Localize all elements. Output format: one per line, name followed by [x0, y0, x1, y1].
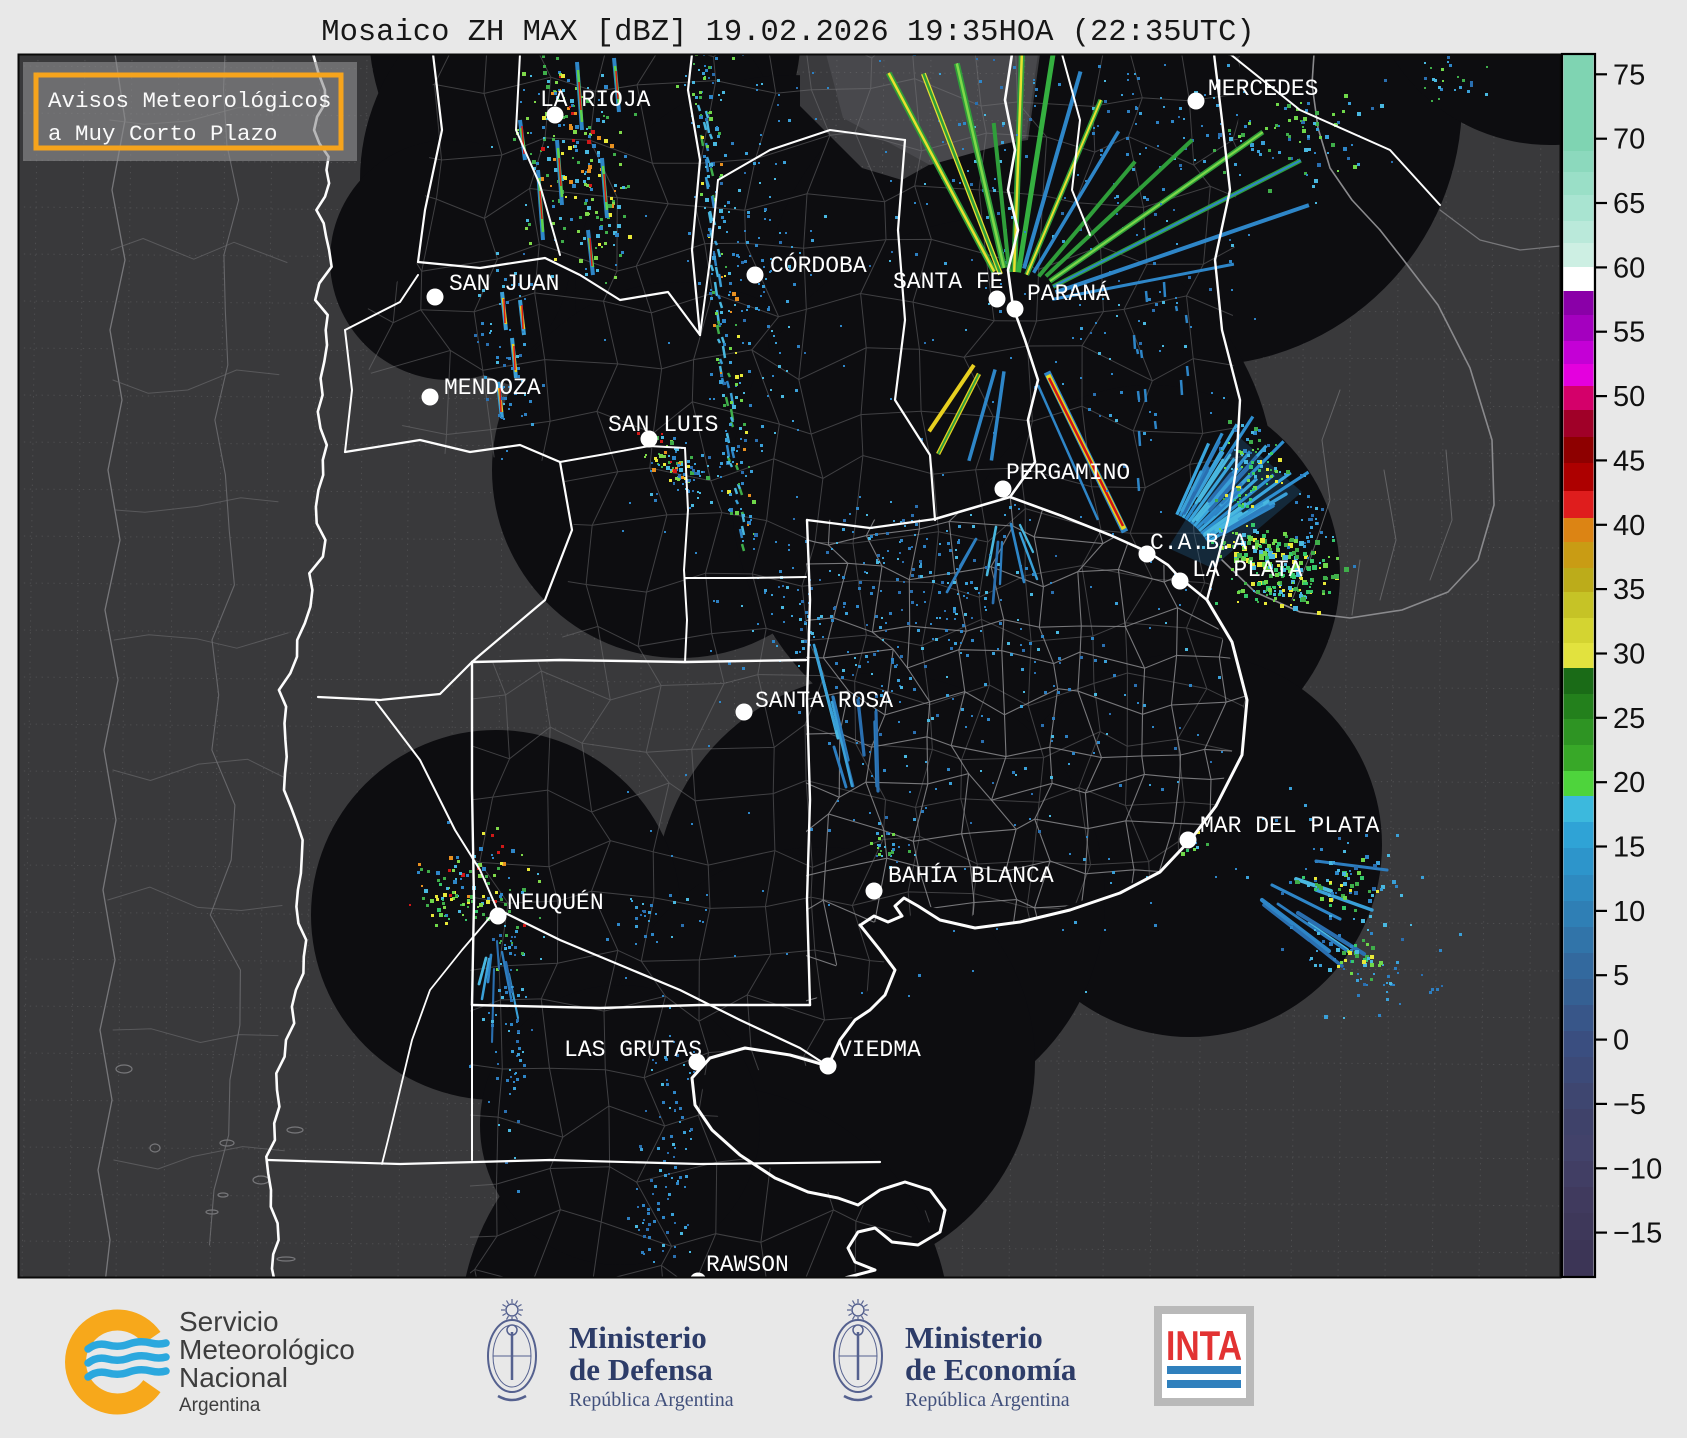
svg-text:75: 75 [1613, 59, 1645, 91]
svg-text:BAHÍA BLANCA: BAHÍA BLANCA [888, 862, 1054, 889]
svg-text:de Economía: de Economía [905, 1352, 1077, 1387]
svg-text:PERGAMINO: PERGAMINO [1006, 460, 1130, 486]
svg-text:65: 65 [1613, 188, 1645, 220]
svg-text:SAN LUIS: SAN LUIS [608, 412, 718, 438]
svg-text:Nacional: Nacional [179, 1362, 288, 1393]
svg-text:5: 5 [1613, 960, 1629, 992]
svg-text:República Argentina: República Argentina [905, 1389, 1070, 1411]
svg-text:MERCEDES: MERCEDES [1208, 76, 1318, 102]
svg-text:VIEDMA: VIEDMA [838, 1037, 921, 1063]
svg-text:Meteorológico: Meteorológico [179, 1334, 355, 1365]
svg-text:10: 10 [1613, 896, 1645, 928]
svg-text:RAWSON: RAWSON [706, 1252, 789, 1278]
svg-text:Mosaico ZH MAX [dBZ] 19.02.202: Mosaico ZH MAX [dBZ] 19.02.2026 19:35HOA… [321, 16, 1254, 50]
svg-text:Ministerio: Ministerio [905, 1320, 1043, 1355]
svg-text:20: 20 [1613, 767, 1645, 799]
svg-text:−15: −15 [1613, 1218, 1662, 1250]
svg-text:República Argentina: República Argentina [569, 1389, 734, 1411]
svg-text:55: 55 [1613, 317, 1645, 349]
svg-text:60: 60 [1613, 252, 1645, 284]
svg-text:C.A.B.A.: C.A.B.A. [1150, 530, 1260, 556]
svg-text:50: 50 [1613, 381, 1645, 413]
svg-text:15: 15 [1613, 832, 1645, 864]
svg-text:−10: −10 [1613, 1153, 1662, 1185]
svg-text:45: 45 [1613, 445, 1645, 477]
svg-text:SANTA ROSA: SANTA ROSA [755, 688, 893, 714]
svg-text:Argentina: Argentina [179, 1395, 261, 1416]
svg-text:a Muy Corto Plazo: a Muy Corto Plazo [48, 121, 278, 147]
svg-text:35: 35 [1613, 574, 1645, 606]
svg-text:MAR DEL PLATA: MAR DEL PLATA [1200, 813, 1380, 839]
svg-text:70: 70 [1613, 124, 1645, 156]
svg-text:40: 40 [1613, 510, 1645, 542]
svg-text:INTA: INTA [1166, 1322, 1242, 1369]
svg-text:LA PLATA: LA PLATA [1192, 557, 1303, 583]
svg-text:SAN JUAN: SAN JUAN [449, 271, 559, 297]
svg-text:0: 0 [1613, 1025, 1629, 1057]
svg-text:SANTA FE: SANTA FE [893, 269, 1003, 295]
svg-text:−5: −5 [1613, 1089, 1646, 1121]
svg-text:NEUQUÉN: NEUQUÉN [507, 889, 604, 916]
svg-text:Servicio: Servicio [179, 1306, 279, 1337]
svg-text:LAS GRUTAS: LAS GRUTAS [564, 1037, 702, 1063]
svg-text:LA RIOJA: LA RIOJA [540, 87, 651, 113]
svg-text:CÓRDOBA: CÓRDOBA [770, 251, 867, 279]
svg-text:Ministerio: Ministerio [569, 1320, 707, 1355]
svg-text:PARANÁ: PARANÁ [1027, 280, 1110, 307]
svg-text:MENDOZA: MENDOZA [444, 375, 541, 401]
svg-text:25: 25 [1613, 703, 1645, 735]
svg-text:30: 30 [1613, 639, 1645, 671]
svg-text:de Defensa: de Defensa [569, 1352, 713, 1387]
svg-text:Avisos Meteorológicos: Avisos Meteorológicos [48, 88, 332, 114]
